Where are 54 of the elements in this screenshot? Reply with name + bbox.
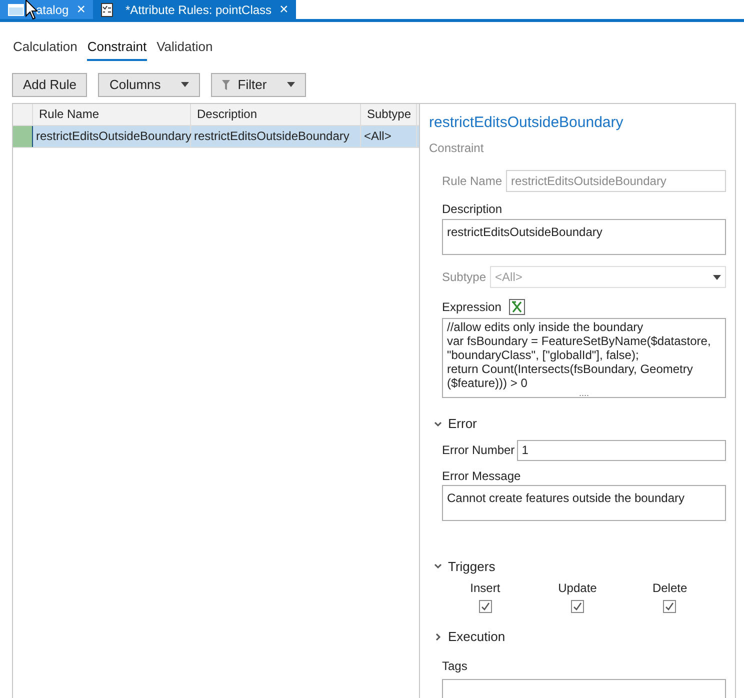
column-header[interactable]: Subtype [361,104,417,124]
section-header[interactable]: Triggers [448,556,496,576]
trigger-checkbox[interactable] [570,600,584,613]
close-button[interactable]: × [76,2,86,17]
error-number-field[interactable]: 1 [516,440,726,460]
field-label: Error Number [442,442,515,459]
tab-label: *Attribute Rules: pointClass [124,2,272,18]
filter-icon [222,80,230,90]
field-label: Tags [442,658,468,674]
error-message-field[interactable]: Cannot create features outside the boundary [442,484,726,520]
row-selector[interactable] [13,126,33,146]
trigger-checkbox[interactable] [663,600,676,613]
table-cell: <All> [361,126,417,146]
caret-icon [713,274,721,280]
caret-icon [180,82,189,87]
field-label: Subtype [442,269,486,286]
code-line: //allow edits only inside the boundary [447,320,644,334]
toolbar-button[interactable]: Columns [98,72,200,96]
section-header[interactable]: Execution [448,627,506,646]
column-header[interactable]: Rule Name [33,104,191,124]
trigger-label: Update [558,580,597,597]
section-header[interactable]: Error [448,414,477,434]
chevron-right-icon[interactable] [433,632,443,642]
field-label: Description [442,201,504,218]
chevron-down-icon[interactable] [433,561,443,572]
document-tab[interactable]: *Attribute Rules: pointClass × [93,0,296,19]
window-icon [8,4,24,16]
resize-grip[interactable]: .... [578,390,589,397]
toolbar-button[interactable]: Filter [210,72,306,96]
trigger-label: Insert [470,580,500,597]
caret-icon [286,82,295,87]
close-button[interactable]: × [280,2,288,17]
table-row[interactable]: restrictEditsOutsideBoundary restrictEditsOutsideBoundary <All> [13,126,419,148]
rule-type: Constraint [429,140,485,157]
code-line: var fsBoundary = FeatureSetByName($datastore, "boundaryClass", ["globalId"], false); [447,334,712,362]
trigger-label: Delete [652,580,688,597]
rule-title: restrictEditsOutsideBoundary [429,112,624,132]
code-line: return Count(Intersects(fsBoundary, Geometry ($feature))) > 0 [447,362,694,390]
rule-tab[interactable]: Validation [156,37,213,60]
field-label: Error Message [442,468,522,484]
toolbar-button[interactable]: Add Rule [12,72,88,96]
tab-label: atalog [35,2,69,18]
expression-icon[interactable] [509,299,526,315]
expression-editor[interactable]: //allow edits only inside the boundary var fsBoundary = FeatureSetByName($datastore, "boundaryClass", ["globalId"], false); return Count(Intersects(fsBoundary, Geometry ($feature))) > 0 .... [442,318,726,398]
rule-tab[interactable]: Calculation [13,37,78,60]
field-label: Rule Name [442,173,502,190]
checklist-icon [101,2,114,16]
rule-tab[interactable]: Constraint [87,37,147,60]
table-cell: restrictEditsOutsideBoundary [33,126,191,146]
column-header[interactable]: Description [191,104,361,124]
description-field[interactable]: restrictEditsOutsideBoundary [442,219,726,255]
table-cell: restrictEditsOutsideBoundary [191,126,361,146]
trigger-checkbox[interactable] [478,600,492,613]
field-label: Expression [442,299,502,316]
